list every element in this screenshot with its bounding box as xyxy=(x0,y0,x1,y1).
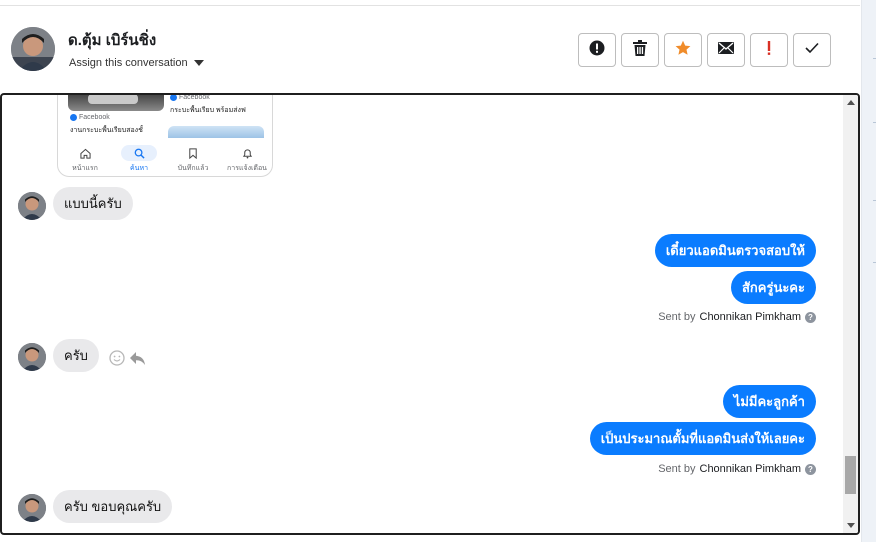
conversation-header: ด.ตุ้ม เบิร์นชิ่ง Assign this conversati… xyxy=(0,6,860,92)
assign-label: Assign this conversation xyxy=(69,57,188,69)
listing-caption-left: งานกระบะพื้นเรียบสองชั้ xyxy=(70,127,143,134)
reply-icon[interactable] xyxy=(129,351,146,371)
alert-circle-icon xyxy=(589,40,605,61)
sent-by-agent-name: Chonnikan Pimkham xyxy=(699,463,802,475)
message-thread[interactable]: Facebook กระบะพื้นเรียบ พร้อมส่งฟ Facebo… xyxy=(0,93,860,535)
sent-by-label: Sent by Chonnikan Pimkham ? xyxy=(658,311,816,323)
mark-done-button[interactable] xyxy=(793,33,831,67)
source-facebook-left: Facebook xyxy=(70,114,110,121)
facebook-icon xyxy=(170,95,177,101)
mark-important-button[interactable] xyxy=(750,33,788,67)
assign-conversation-dropdown[interactable]: Assign this conversation xyxy=(69,57,204,69)
sender-avatar[interactable] xyxy=(18,192,46,220)
sent-by-agent-name: Chonnikan Pimkham xyxy=(699,311,802,323)
nav-item-search: ค้นหา xyxy=(114,142,164,176)
help-icon[interactable]: ? xyxy=(805,463,816,475)
bell-icon xyxy=(242,145,253,161)
sender-avatar[interactable] xyxy=(18,494,46,522)
emoji-react-icon[interactable] xyxy=(109,350,125,371)
listing-photo xyxy=(168,126,264,138)
header-actions xyxy=(578,33,831,67)
scroll-thumb[interactable] xyxy=(845,456,856,494)
caret-down-icon xyxy=(193,60,204,66)
incoming-message: ครับ xyxy=(53,339,99,372)
sent-by-prefix: Sent by xyxy=(658,311,696,323)
fb-bottom-nav: หน้าแรก ค้นหา บันทึกแล้ว การแจ้งเตือน xyxy=(58,142,272,176)
nav-label: บันทึกแล้ว xyxy=(177,165,209,172)
check-icon xyxy=(805,41,819,59)
thread-scrollbar[interactable] xyxy=(843,95,858,533)
report-spam-button[interactable] xyxy=(578,33,616,67)
star-icon xyxy=(675,40,691,61)
home-icon xyxy=(79,145,91,161)
outgoing-message: สักครู่นะคะ xyxy=(730,271,816,304)
shared-screenshot-image[interactable]: Facebook กระบะพื้นเรียบ พร้อมส่งฟ Facebo… xyxy=(57,94,273,177)
help-icon[interactable]: ? xyxy=(805,311,816,323)
envelope-icon xyxy=(718,41,734,59)
scroll-down-arrow-icon[interactable] xyxy=(847,523,855,528)
contact-name: ด.ตุ้ม เบิร์นชิ่ง xyxy=(68,32,157,49)
sent-by-prefix: Sent by xyxy=(658,463,696,475)
sent-by-label: Sent by Chonnikan Pimkham ? xyxy=(658,463,816,475)
incoming-message: แบบนี้ครับ xyxy=(53,187,133,220)
bookmark-icon xyxy=(188,145,198,161)
source-facebook-right: Facebook xyxy=(170,94,210,101)
outgoing-message: ไม่มีคะลูกค้า xyxy=(722,385,816,418)
right-sidebar-strip xyxy=(861,0,876,542)
nav-label: ค้นหา xyxy=(129,165,148,172)
email-button[interactable] xyxy=(707,33,745,67)
nav-item-notifications: การแจ้งเตือน xyxy=(222,142,272,176)
nav-label: หน้าแรก xyxy=(72,165,98,172)
exclamation-icon xyxy=(766,40,772,61)
delete-button[interactable] xyxy=(621,33,659,67)
scroll-up-arrow-icon[interactable] xyxy=(847,100,855,105)
facebook-icon xyxy=(70,114,77,121)
nav-item-saved: บันทึกแล้ว xyxy=(168,142,218,176)
nav-item-home: หน้าแรก xyxy=(60,142,110,176)
source-label: Facebook xyxy=(79,114,110,121)
star-button[interactable] xyxy=(664,33,702,67)
source-label: Facebook xyxy=(179,94,210,101)
incoming-message: ครับ ขอบคุณครับ xyxy=(53,490,173,523)
sender-avatar[interactable] xyxy=(18,343,46,371)
nav-label: การแจ้งเตือน xyxy=(227,165,267,172)
outgoing-message: เดี๋ยวแอดมินตรวจสอบให้ xyxy=(654,234,816,267)
outgoing-message: เป็นประมาณตั้มที่แอดมินส่งให้เลยคะ xyxy=(589,422,816,455)
listing-photo xyxy=(68,95,164,111)
listing-caption-right: กระบะพื้นเรียบ พร้อมส่งฟ xyxy=(170,107,246,114)
trash-icon xyxy=(633,39,647,61)
contact-avatar[interactable] xyxy=(11,27,55,71)
search-icon xyxy=(121,145,157,161)
message-actions xyxy=(109,350,146,371)
